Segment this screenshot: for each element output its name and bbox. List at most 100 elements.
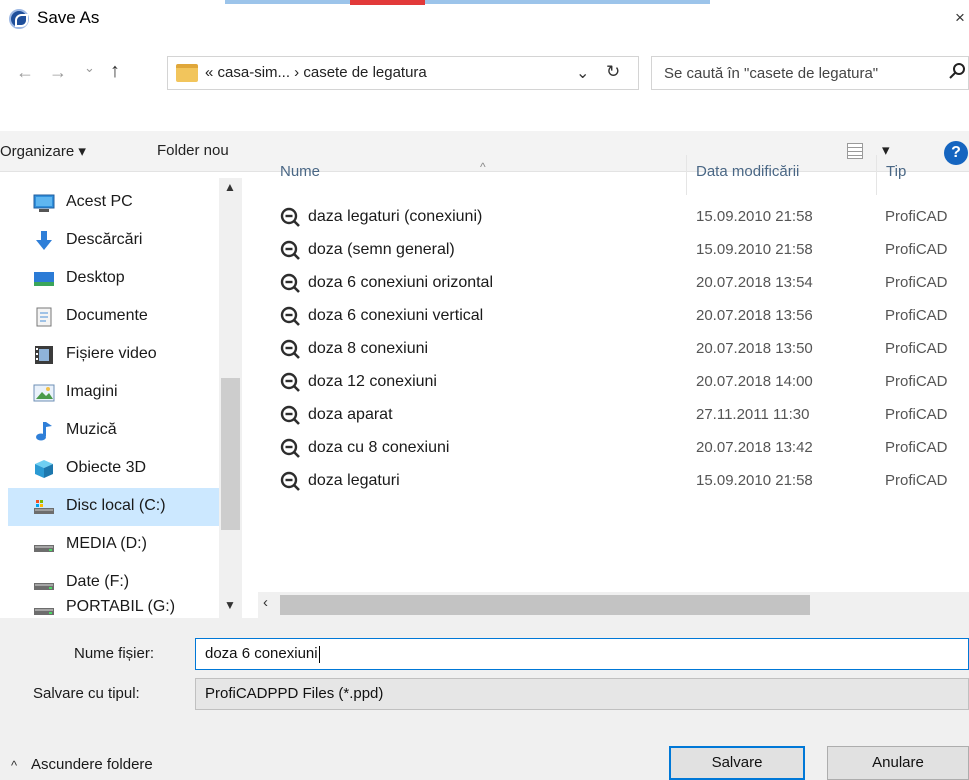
file-type: ProfiCAD [885, 373, 948, 390]
file-row[interactable]: doza 6 conexiuni vertical 20.07.2018 13:5… [258, 301, 969, 334]
file-date-modified: 20.07.2018 13:54 [696, 274, 813, 291]
filetype-value: ProfiCADPPD Files (*.ppd) [205, 685, 384, 702]
view-dropdown-chevron-icon[interactable]: ▾ [882, 141, 890, 159]
file-type: ProfiCAD [885, 439, 948, 456]
file-date-modified: 15.09.2010 21:58 [696, 241, 813, 258]
navigation-pane: Acest PC Descărcări Desktop Documente Fi… [0, 172, 242, 618]
proficad-app-icon [9, 9, 29, 29]
back-arrow-icon[interactable]: ← [16, 62, 34, 83]
proficad-file-icon [280, 207, 300, 227]
file-name: doza 6 conexiuni orizontal [308, 274, 494, 291]
address-bar[interactable]: « casa-sim... › casete de legatura ⌄ ↻ [167, 56, 639, 90]
organize-button[interactable]: Organizare ▾ [0, 142, 86, 160]
file-list-scrollbar-thumb[interactable] [280, 595, 810, 615]
file-date-modified: 15.09.2010 21:58 [696, 472, 813, 489]
cancel-button[interactable]: Anulare [827, 746, 969, 780]
filename-value: doza 6 conexiuni [205, 645, 320, 663]
nav-item-media-d[interactable]: MEDIA (D:) [8, 526, 219, 564]
column-header-type[interactable]: Tip [886, 163, 906, 180]
help-icon[interactable]: ? [944, 141, 968, 165]
nav-item-label: Obiecte 3D [66, 459, 147, 476]
search-placeholder: Se caută în "casete de legatura" [664, 65, 879, 82]
nav-item-portabil-g[interactable]: PORTABIL (G:) [8, 590, 219, 618]
breadcrumb[interactable]: « casa-sim... › casete de legatura [205, 64, 427, 81]
nav-item-music[interactable]: Muzică [8, 412, 219, 450]
nav-item-label: Descărcări [66, 231, 143, 248]
file-name: doza 12 conexiuni [308, 373, 437, 390]
close-icon[interactable]: × [955, 8, 965, 28]
file-row[interactable]: doza legaturi 15.09.2010 21:58 ProfiCAD [258, 466, 969, 499]
filetype-label: Salvare cu tipul: [33, 685, 140, 702]
download-arrow-icon [36, 231, 52, 250]
file-row[interactable]: doza 12 conexiuni 20.07.2018 14:00 ProfiCA… [258, 367, 969, 400]
filename-field[interactable]: doza 6 conexiuni [195, 638, 969, 670]
proficad-file-icon [280, 339, 300, 359]
search-icon[interactable] [948, 62, 966, 85]
file-name: daza legaturi (conexiuni) [308, 208, 483, 225]
nav-item-label: Muzică [66, 421, 117, 438]
search-input[interactable]: Se caută în "casete de legatura" [651, 56, 969, 90]
recent-locations-chevron-icon[interactable]: ⌄ [84, 60, 95, 76]
file-type: ProfiCAD [885, 340, 948, 357]
drive-icon [34, 608, 54, 615]
documents-icon [36, 307, 52, 327]
nav-pane-scrollbar-thumb[interactable] [221, 378, 240, 530]
proficad-file-icon [280, 405, 300, 425]
music-note-icon [36, 422, 52, 441]
address-dropdown-chevron-icon[interactable]: ⌄ [576, 63, 589, 83]
forward-arrow-icon[interactable]: → [49, 62, 67, 83]
nav-item-label: Documente [66, 307, 148, 324]
nav-item-local-disk-c[interactable]: Disc local (C:) [8, 488, 219, 526]
computer-icon [33, 194, 55, 212]
nav-item-label: Date (F:) [66, 573, 130, 590]
nav-item-this-pc[interactable]: Acest PC [8, 184, 219, 222]
text-caret [318, 645, 320, 663]
nav-item-desktop[interactable]: Desktop [8, 260, 219, 298]
file-name: doza 8 conexiuni [308, 340, 429, 357]
nav-item-label: Acest PC [66, 193, 133, 210]
column-divider[interactable] [876, 155, 877, 195]
scroll-left-chevron-icon[interactable]: ‹ [263, 594, 268, 611]
refresh-icon[interactable]: ↻ [606, 62, 620, 82]
file-row[interactable]: daza legaturi (conexiuni) 15.09.2010 21:5… [258, 202, 969, 235]
nav-item-pictures[interactable]: Imagini [8, 374, 219, 412]
filetype-select[interactable]: ProfiCADPPD Files (*.ppd) [195, 678, 969, 710]
file-type: ProfiCAD [885, 274, 948, 291]
nav-item-documents[interactable]: Documente [8, 298, 219, 336]
background-window-strip-accent [350, 0, 425, 5]
proficad-file-icon [280, 471, 300, 491]
scroll-down-chevron-icon[interactable]: ▼ [224, 598, 236, 612]
file-type: ProfiCAD [885, 307, 948, 324]
nav-item-label: PORTABIL (G:) [66, 598, 176, 615]
proficad-file-icon [280, 240, 300, 260]
scroll-up-chevron-icon[interactable]: ▲ [224, 180, 236, 194]
file-row[interactable]: doza 8 conexiuni 20.07.2018 13:50 ProfiCAD [258, 334, 969, 367]
file-date-modified: 20.07.2018 13:50 [696, 340, 813, 357]
column-divider[interactable] [686, 155, 687, 195]
file-type: ProfiCAD [885, 472, 948, 489]
column-header-date[interactable]: Data modificării [696, 163, 799, 180]
sort-ascending-icon: ^ [480, 160, 486, 174]
nav-item-videos[interactable]: Fișiere video [8, 336, 219, 374]
background-window-strip [225, 0, 710, 4]
new-folder-button[interactable]: Folder nou [157, 142, 229, 159]
file-row[interactable]: doza aparat 27.11.2011 11:30 ProfiCAD [258, 400, 969, 433]
nav-item-3d-objects[interactable]: Obiecte 3D [8, 450, 219, 488]
hide-folders-button[interactable]: Ascundere foldere [31, 756, 153, 773]
column-header-name[interactable]: Nume [280, 163, 320, 180]
file-row[interactable]: doza (semn general) 15.09.2010 21:58 Profi… [258, 235, 969, 268]
nav-item-label: MEDIA (D:) [66, 535, 147, 552]
save-button[interactable]: Salvare [669, 746, 805, 780]
file-name: doza legaturi [308, 472, 400, 489]
cube-3d-icon [35, 460, 53, 478]
up-arrow-icon[interactable]: ↑ [110, 60, 120, 83]
collapse-chevron-up-icon[interactable]: ^ [11, 758, 17, 773]
file-name: doza 6 conexiuni vertical [308, 307, 484, 324]
nav-item-label: Disc local (C:) [66, 497, 166, 514]
file-row[interactable]: doza cu 8 conexiuni 20.07.2018 13:42 Profi… [258, 433, 969, 466]
nav-item-label: Fișiere video [66, 345, 157, 362]
view-options-icon[interactable] [847, 143, 863, 159]
nav-item-downloads[interactable]: Descărcări [8, 222, 219, 260]
file-row[interactable]: doza 6 conexiuni orizontal 20.07.2018 13:… [258, 268, 969, 301]
filename-label: Nume fișier: [74, 645, 155, 662]
